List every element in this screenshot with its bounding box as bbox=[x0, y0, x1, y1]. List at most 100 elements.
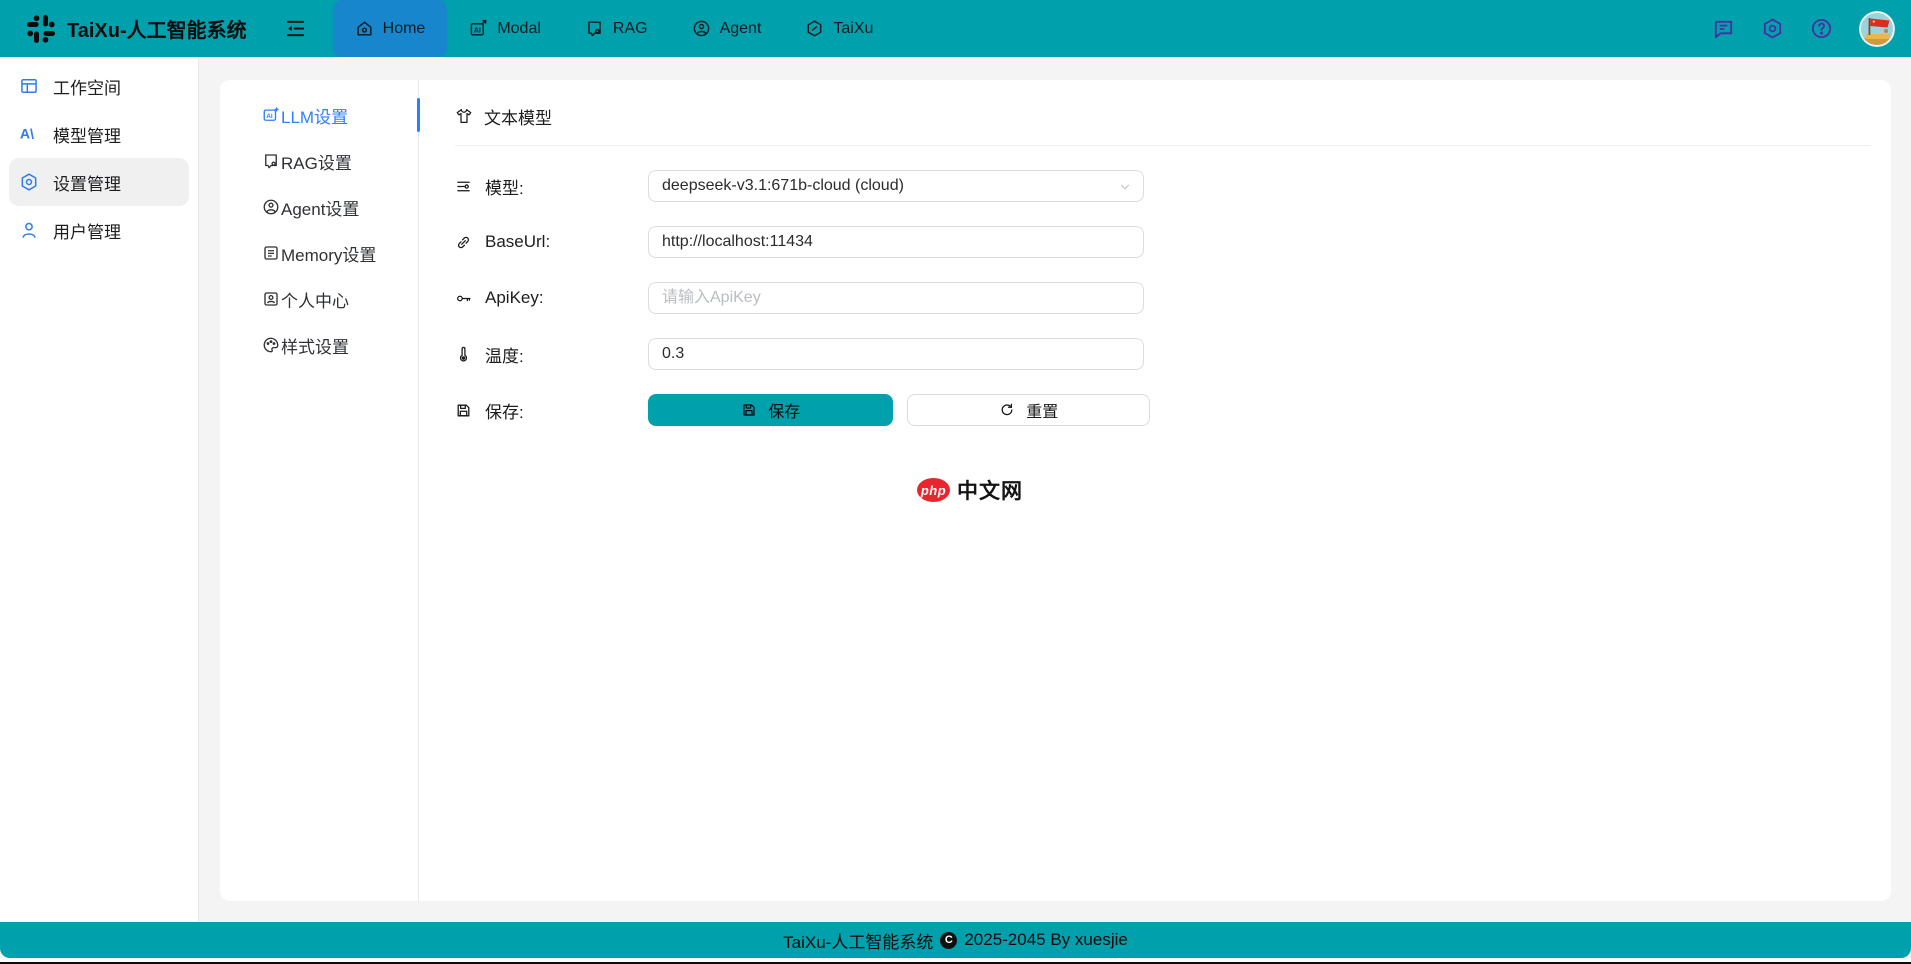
nav-item-rag[interactable]: RAG bbox=[563, 0, 670, 57]
sidebar-item-label: 用户管理 bbox=[53, 222, 121, 242]
llm-settings-pane: 文本模型 模型: deepseek-v3.1:671b-cloud (cloud… bbox=[419, 80, 1891, 901]
footer-rights-text: 2025-2045 By xuesjie bbox=[964, 930, 1128, 949]
save-floppy-icon bbox=[741, 402, 757, 418]
window-bottom-edge bbox=[0, 958, 1911, 964]
tab-llm-settings[interactable]: AI LLM设置 bbox=[220, 92, 420, 138]
sidebar-item-label: 设置管理 bbox=[53, 174, 121, 194]
model-label: 模型: bbox=[455, 174, 648, 199]
baseurl-label: BaseUrl: bbox=[455, 232, 648, 252]
sliders-icon bbox=[455, 178, 472, 195]
sidebar-item-workspace[interactable]: 工作空间 bbox=[9, 62, 189, 110]
tab-rag-settings[interactable]: RAG设置 bbox=[220, 138, 418, 184]
baseurl-row: BaseUrl: bbox=[455, 226, 1871, 258]
sidebar-item-label: 模型管理 bbox=[53, 126, 121, 146]
llm-settings-form: 模型: deepseek-v3.1:671b-cloud (cloud) Bas… bbox=[455, 170, 1871, 426]
reset-button[interactable]: 重置 bbox=[907, 394, 1150, 426]
save-button-label: 保存 bbox=[768, 404, 801, 421]
sidebar-collapse-icon[interactable] bbox=[283, 16, 309, 42]
app-logo-icon bbox=[26, 14, 56, 44]
nav-item-label: Home bbox=[382, 19, 426, 37]
memory-card-icon bbox=[262, 244, 280, 262]
left-sidebar: 工作空间 A\ 模型管理 设置管理 用户管理 bbox=[0, 57, 199, 922]
nav-item-label: Modal bbox=[497, 19, 541, 37]
model-select-value: deepseek-v3.1:671b-cloud (cloud) bbox=[662, 177, 904, 194]
reset-button-label: 重置 bbox=[1026, 404, 1059, 421]
page-footer: TaiXu-人工智能系统 C 2025-2045 By xuesjie bbox=[0, 922, 1911, 958]
tab-label: LLM设置 bbox=[281, 107, 349, 127]
tab-label: 样式设置 bbox=[281, 337, 349, 357]
save-label-text: 保存: bbox=[485, 402, 524, 422]
temperature-input[interactable] bbox=[648, 338, 1144, 370]
brand-name-text: 中文网 bbox=[957, 480, 1023, 503]
agent-circle-icon bbox=[262, 198, 280, 216]
php-badge-icon: php bbox=[917, 478, 950, 502]
app-title: TaiXu-人工智能系统 bbox=[67, 20, 247, 42]
apikey-label: ApiKey: bbox=[455, 288, 648, 308]
nav-item-label: TaiXu bbox=[833, 19, 874, 37]
temperature-row: 温度: bbox=[455, 338, 1871, 370]
sidebar-item-settings[interactable]: 设置管理 bbox=[9, 158, 189, 206]
nav-item-agent[interactable]: Agent bbox=[670, 0, 784, 57]
temperature-label: 温度: bbox=[455, 342, 648, 367]
home-icon bbox=[355, 19, 374, 38]
shirt-icon bbox=[455, 107, 473, 125]
save-label: 保存: bbox=[455, 398, 648, 423]
tab-style-settings[interactable]: 样式设置 bbox=[220, 322, 418, 368]
nav-item-label: Agent bbox=[719, 19, 762, 37]
user-avatar[interactable] bbox=[1859, 10, 1895, 47]
main-nav: Home AI Modal RAG Agent TaiXu bbox=[332, 0, 896, 57]
apikey-label-text: ApiKey: bbox=[485, 288, 544, 307]
rag-bookmark-icon bbox=[585, 19, 604, 38]
tab-profile[interactable]: 个人中心 bbox=[220, 276, 418, 322]
page-body: 工作空间 A\ 模型管理 设置管理 用户管理 AI LLM设置 RAG设置 Ag… bbox=[0, 57, 1911, 922]
navbar-tools bbox=[1712, 10, 1911, 47]
floppy-icon bbox=[455, 402, 472, 419]
copyright-icon: C bbox=[940, 931, 958, 949]
model-row: 模型: deepseek-v3.1:671b-cloud (cloud) bbox=[455, 170, 1871, 202]
settings-hexagon-icon bbox=[19, 172, 39, 192]
user-person-icon bbox=[19, 220, 39, 240]
taixu-hexagon-icon bbox=[805, 19, 824, 38]
rag-bookmark-icon bbox=[262, 152, 280, 170]
model-font-icon: A\ bbox=[19, 124, 39, 144]
key-icon bbox=[455, 290, 472, 307]
reset-refresh-icon bbox=[999, 402, 1015, 418]
settings-gear-icon[interactable] bbox=[1761, 17, 1784, 40]
footer-site-name: TaiXu-人工智能系统 bbox=[783, 932, 934, 952]
chat-icon[interactable] bbox=[1712, 17, 1735, 40]
sidebar-item-models[interactable]: A\ 模型管理 bbox=[9, 110, 189, 158]
nav-item-home[interactable]: Home bbox=[332, 0, 448, 57]
style-palette-icon bbox=[262, 336, 280, 354]
apikey-row: ApiKey: bbox=[455, 282, 1871, 314]
settings-panel: AI LLM设置 RAG设置 Agent设置 Memory设置 个人中心 样式设… bbox=[220, 80, 1891, 901]
main-area: AI LLM设置 RAG设置 Agent设置 Memory设置 个人中心 样式设… bbox=[199, 57, 1911, 922]
help-icon[interactable] bbox=[1810, 17, 1833, 40]
workspace-grid-icon bbox=[19, 76, 39, 96]
nav-item-taixu[interactable]: TaiXu bbox=[783, 0, 895, 57]
section-header: 文本模型 bbox=[455, 104, 1871, 128]
sidebar-item-users[interactable]: 用户管理 bbox=[9, 206, 189, 254]
tab-agent-settings[interactable]: Agent设置 bbox=[220, 184, 418, 230]
model-select[interactable]: deepseek-v3.1:671b-cloud (cloud) bbox=[648, 170, 1144, 202]
modal-ai-icon: AI bbox=[469, 19, 488, 38]
save-row: 保存: 保存 重置 bbox=[455, 394, 1871, 426]
tab-memory-settings[interactable]: Memory设置 bbox=[220, 230, 418, 276]
baseurl-input[interactable] bbox=[648, 226, 1144, 258]
svg-text:A\: A\ bbox=[20, 127, 34, 143]
php-cn-logo: php 中文网 bbox=[917, 475, 1023, 505]
agent-icon bbox=[692, 19, 711, 38]
save-button[interactable]: 保存 bbox=[648, 394, 894, 426]
top-navbar: TaiXu-人工智能系统 Home AI Modal RAG Agent Tai… bbox=[0, 0, 1911, 57]
header-divider bbox=[455, 145, 1871, 146]
thermometer-icon bbox=[455, 346, 472, 363]
tab-label: Memory设置 bbox=[281, 245, 377, 265]
model-label-text: 模型: bbox=[485, 178, 524, 198]
app-window: TaiXu-人工智能系统 Home AI Modal RAG Agent Tai… bbox=[0, 0, 1911, 964]
nav-item-modal[interactable]: AI Modal bbox=[447, 0, 563, 57]
svg-text:AI: AI bbox=[266, 113, 273, 120]
apikey-input[interactable] bbox=[648, 282, 1144, 314]
svg-text:AI: AI bbox=[474, 26, 481, 34]
chevron-down-icon bbox=[1118, 180, 1132, 194]
settings-tab-list: AI LLM设置 RAG设置 Agent设置 Memory设置 个人中心 样式设… bbox=[220, 80, 420, 901]
section-title: 文本模型 bbox=[484, 108, 552, 128]
